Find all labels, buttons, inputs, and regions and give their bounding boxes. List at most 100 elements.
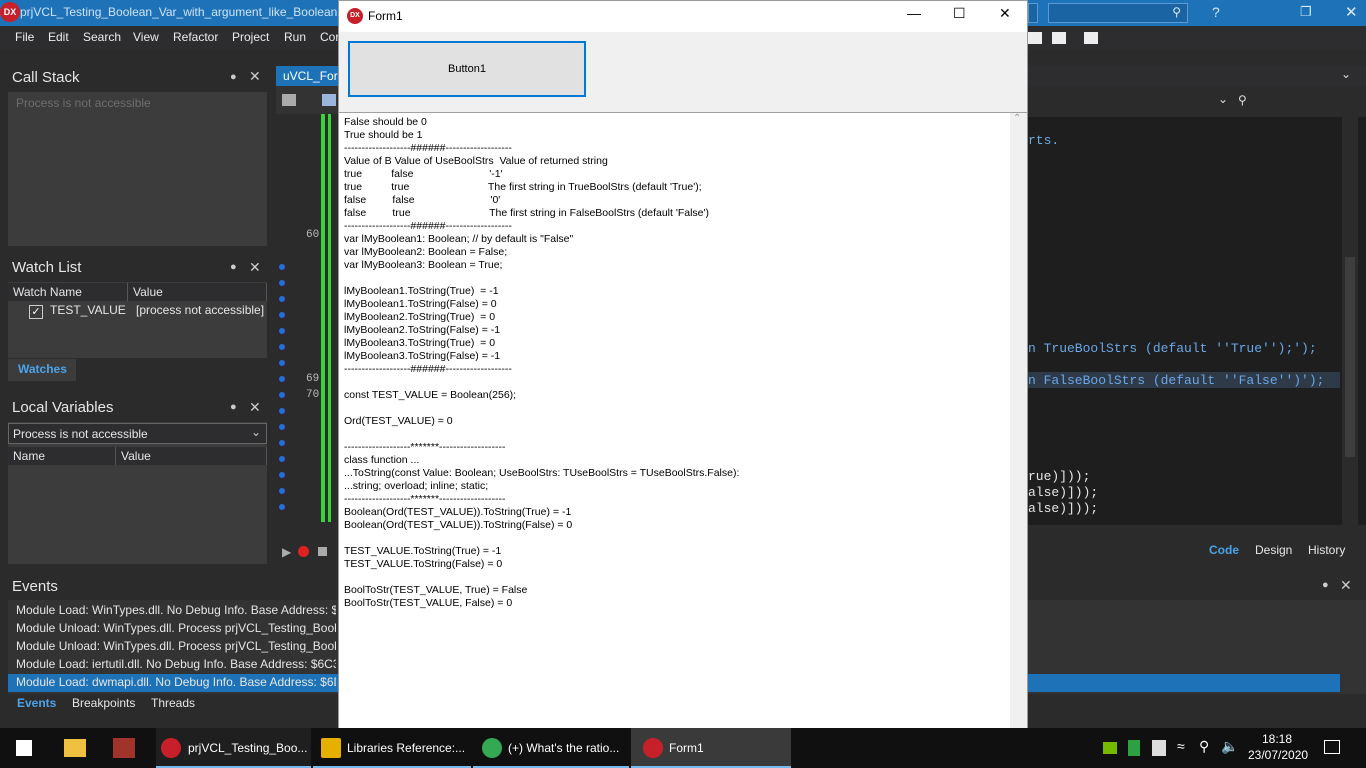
winrar-icon[interactable] <box>113 738 135 758</box>
vertical-scrollbar[interactable]: ⌃ <box>1010 113 1027 729</box>
taskbar-app[interactable]: (+) What's the ratio... <box>473 728 629 768</box>
menu-component[interactable]: Cor <box>320 30 339 44</box>
close-icon[interactable]: ✕ <box>1340 577 1352 594</box>
watch-col-name[interactable]: Watch Name <box>8 283 128 301</box>
restore-icon[interactable]: ❐ <box>1300 4 1312 20</box>
maximize-icon[interactable]: ☐ <box>953 5 966 22</box>
breakpoint-dot-icon[interactable] <box>279 440 285 446</box>
watch-row-name[interactable]: TEST_VALUE <box>50 303 126 317</box>
taskbar-app-active[interactable]: Form1 <box>631 728 791 768</box>
layout-dropdown[interactable] <box>1028 3 1038 23</box>
breakpoint-dot-icon[interactable] <box>279 296 285 302</box>
modified-line-bar <box>328 114 331 522</box>
menu-file[interactable]: File <box>15 30 34 44</box>
breakpoint-dot-icon[interactable] <box>279 408 285 414</box>
breakpoint-dot-icon[interactable] <box>279 472 285 478</box>
tab-threads[interactable]: Threads <box>151 696 195 710</box>
vertical-scrollbar[interactable] <box>1342 117 1358 525</box>
local-col-name[interactable]: Name <box>8 447 116 465</box>
ide-search-input[interactable]: ⚲ <box>1048 3 1188 23</box>
pin-icon[interactable]: ● <box>230 71 237 83</box>
windows-start-icon[interactable] <box>16 740 32 756</box>
breakpoint-dot-icon[interactable] <box>279 312 285 318</box>
scroll-up-icon[interactable]: ⌃ <box>1013 113 1021 124</box>
chevron-down-icon[interactable]: ⌄ <box>1341 67 1351 81</box>
event-line[interactable]: Module Unload: WinTypes.dll. Process prj… <box>16 621 336 635</box>
tab-code[interactable]: Code <box>1209 543 1239 557</box>
minimize-icon[interactable]: — <box>907 5 921 21</box>
search-icon: ⚲ <box>1172 5 1181 19</box>
clock-time[interactable]: 18:18 <box>1262 732 1292 746</box>
tab-events[interactable]: Events <box>17 696 56 710</box>
defender-icon[interactable] <box>1152 740 1166 756</box>
pin-icon[interactable]: ● <box>1322 579 1329 591</box>
button1[interactable]: Button1 <box>348 41 586 97</box>
search-icon[interactable]: ⚲ <box>1238 93 1247 107</box>
close-icon[interactable]: ✕ <box>249 68 261 85</box>
record-icon[interactable] <box>298 546 309 557</box>
shield-icon[interactable] <box>1128 740 1140 756</box>
menu-run[interactable]: Run <box>284 30 306 44</box>
close-icon[interactable]: ✕ <box>999 5 1011 22</box>
tab-design[interactable]: Design <box>1255 543 1292 557</box>
menu-project[interactable]: Project <box>232 30 269 44</box>
event-line[interactable]: Module Load: iertutil.dll. No Debug Info… <box>16 657 336 671</box>
tab-history[interactable]: History <box>1308 543 1345 557</box>
clock-date[interactable]: 23/07/2020 <box>1248 748 1308 762</box>
menu-view[interactable]: View <box>133 30 159 44</box>
local-vars-combo[interactable]: Process is not accessible ⌄ <box>8 423 267 444</box>
notifications-icon[interactable] <box>1324 740 1340 754</box>
menu-search[interactable]: Search <box>83 30 121 44</box>
pin-icon[interactable]: ● <box>230 401 237 413</box>
tab-breakpoints[interactable]: Breakpoints <box>72 696 135 710</box>
stop-icon[interactable] <box>318 547 327 556</box>
breakpoint-dot-icon[interactable] <box>279 360 285 366</box>
nvidia-icon[interactable] <box>1103 742 1117 754</box>
toolbar-icon[interactable] <box>322 94 336 106</box>
memo-output[interactable]: False should be 0 True should be 1 -------… <box>339 112 1027 729</box>
menu-edit[interactable]: Edit <box>48 30 69 44</box>
toolbar-icon[interactable] <box>282 94 296 106</box>
toolbar-icon-2[interactable] <box>1052 32 1066 44</box>
memo-line <box>344 532 739 545</box>
menu-refactor[interactable]: Refactor <box>173 30 218 44</box>
taskbar-app[interactable]: prjVCL_Testing_Boo... <box>156 728 311 768</box>
close-icon[interactable]: ✕ <box>1345 3 1358 21</box>
editor-tab[interactable]: uVCL_Form <box>276 66 338 86</box>
scrollbar-thumb[interactable] <box>1345 257 1355 457</box>
breakpoint-dot-icon[interactable] <box>279 456 285 462</box>
breakpoint-dot-icon[interactable] <box>279 504 285 510</box>
breakpoint-dot-icon[interactable] <box>279 392 285 398</box>
editor-gutter: 60 69 70 <box>276 114 338 524</box>
breakpoint-dot-icon[interactable] <box>279 264 285 270</box>
chevron-down-icon[interactable]: ⌄ <box>1218 92 1228 106</box>
breakpoint-dot-icon[interactable] <box>279 328 285 334</box>
tab-watches[interactable]: Watches <box>8 359 76 381</box>
breakpoint-dot-icon[interactable] <box>279 280 285 286</box>
pin-icon[interactable]: ● <box>230 261 237 273</box>
watch-col-value[interactable]: Value <box>128 283 267 301</box>
breakpoint-dot-icon[interactable] <box>279 424 285 430</box>
code-editor-right[interactable] <box>1028 117 1366 525</box>
close-icon[interactable]: ✕ <box>249 399 261 416</box>
watch-checkbox[interactable]: ✓ <box>29 305 43 319</box>
help-icon[interactable]: ? <box>1212 4 1220 20</box>
file-explorer-icon[interactable] <box>64 739 86 757</box>
network-icon[interactable]: ⚲ <box>1199 738 1209 755</box>
breakpoint-dot-icon[interactable] <box>279 344 285 350</box>
wifi-icon[interactable]: ≈ <box>1177 738 1185 754</box>
breakpoint-dot-icon[interactable] <box>279 376 285 382</box>
run-icon[interactable]: ▶ <box>282 545 291 559</box>
volume-icon[interactable]: 🔈 <box>1221 738 1238 755</box>
local-col-value[interactable]: Value <box>116 447 267 465</box>
close-icon[interactable]: ✕ <box>249 259 261 276</box>
breakpoint-dot-icon[interactable] <box>279 488 285 494</box>
taskbar-app[interactable]: Libraries Reference:... <box>313 728 471 768</box>
line-number: 70 <box>306 389 320 401</box>
event-line[interactable]: Module Load: dwmapi.dll. No Debug Info. … <box>16 675 336 689</box>
event-line[interactable]: Module Unload: WinTypes.dll. Process prj… <box>16 639 336 653</box>
editor-right-toolbar: ⌄ ⚲ <box>1028 90 1366 114</box>
event-line[interactable]: Module Load: WinTypes.dll. No Debug Info… <box>16 603 336 617</box>
toolbar-icon-3[interactable] <box>1084 32 1098 44</box>
toolbar-icon-1[interactable] <box>1028 32 1042 44</box>
